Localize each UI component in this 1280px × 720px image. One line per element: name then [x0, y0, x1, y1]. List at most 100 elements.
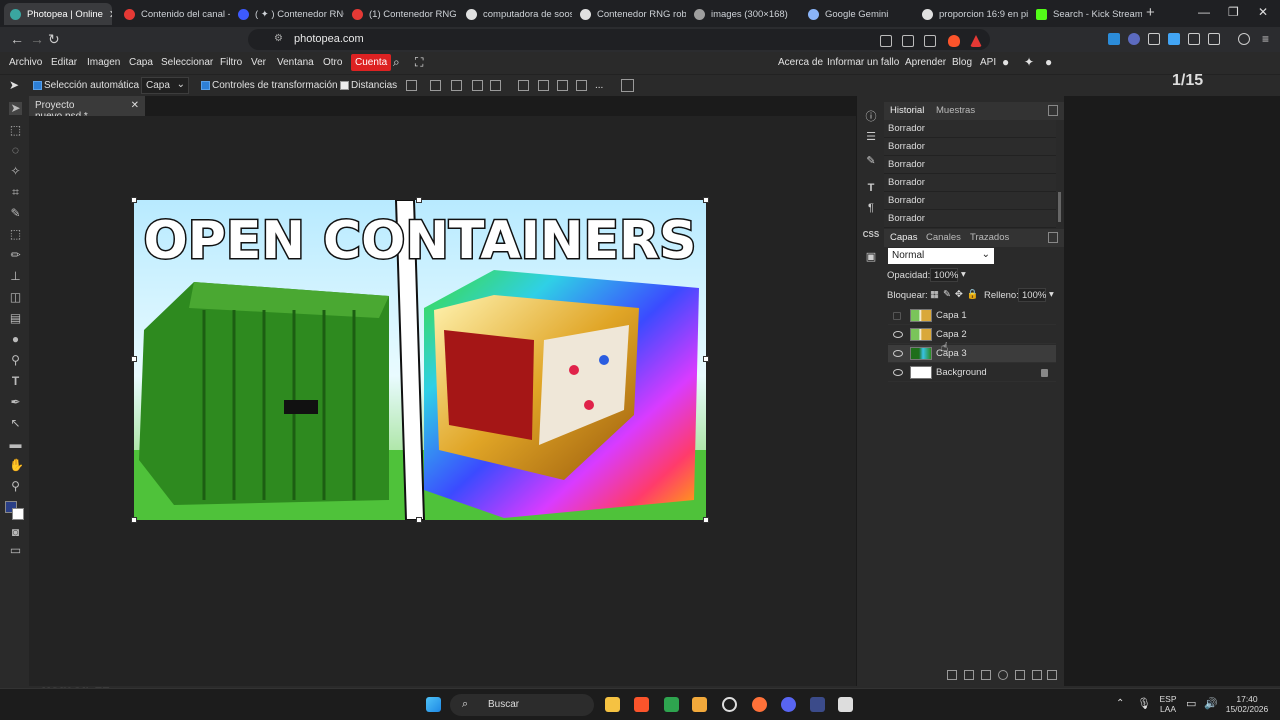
history-item[interactable]: Borrador [884, 192, 1056, 210]
tab-photopea[interactable]: Photopea | Online ✕ [4, 3, 112, 25]
gradient-tool-icon[interactable]: ▤ [9, 312, 22, 325]
menu-ver[interactable]: Ver [251, 57, 266, 68]
site-info-icon[interactable]: ⚙ [274, 33, 283, 44]
blur-tool-icon[interactable]: ● [9, 333, 22, 346]
menu-seleccionar[interactable]: Seleccionar [161, 57, 213, 68]
history-item[interactable]: Borrador [884, 120, 1056, 138]
fill-dropdown-icon[interactable]: ▾ [1049, 289, 1054, 300]
network-icon[interactable]: ▭ [1186, 697, 1196, 710]
volume-icon[interactable]: 🔊 [1204, 697, 1218, 710]
tab-historial[interactable]: Historial [890, 105, 924, 116]
add-mask-icon[interactable] [981, 670, 991, 680]
move-tool-icon[interactable]: ➤ [9, 78, 19, 92]
transform-handle[interactable] [131, 517, 137, 523]
menu-api[interactable]: API [980, 57, 996, 68]
zoom-tool-icon[interactable]: ⚲ [9, 480, 22, 493]
extension-icon[interactable] [1128, 33, 1140, 45]
tab-capas[interactable]: Capas [890, 232, 917, 243]
menu-blog[interactable]: Blog [952, 57, 972, 68]
eye-icon[interactable] [893, 331, 903, 338]
history-item[interactable]: Borrador [884, 174, 1056, 192]
history-scrollbar[interactable] [1058, 192, 1061, 222]
maximize-button[interactable]: ❐ [1228, 5, 1239, 19]
auto-select-checkbox[interactable] [33, 81, 42, 90]
file-explorer-icon[interactable] [605, 697, 620, 712]
eye-icon[interactable] [893, 350, 903, 357]
align-top-icon[interactable] [518, 80, 529, 91]
download-icon[interactable] [406, 80, 417, 91]
delete-layer-icon[interactable] [1047, 670, 1057, 680]
blend-mode-select[interactable]: Normal ⌄ [888, 248, 994, 264]
marquee-tool-icon[interactable]: ⬚ [9, 124, 22, 137]
move-tool-icon[interactable]: ➤ [9, 102, 22, 115]
close-document-icon[interactable]: ✕ [131, 100, 139, 112]
menu-imagen[interactable]: Imagen [87, 57, 120, 68]
opacity-dropdown-icon[interactable]: ▾ [961, 269, 966, 280]
opacity-input[interactable]: 100% [930, 268, 958, 282]
path-select-icon[interactable]: ↖ [9, 417, 22, 430]
layer-row-capa-3[interactable]: Capa 3 [888, 345, 1056, 363]
info-icon[interactable]: ⓘ [864, 108, 878, 123]
align-right-icon[interactable] [472, 80, 483, 91]
fullscreen-icon[interactable]: ⛶ [415, 55, 423, 70]
tab-kick[interactable]: Search - Kick Streamin [1030, 3, 1142, 25]
paragraph-icon[interactable]: ¶ [864, 202, 878, 216]
transform-handle[interactable] [703, 197, 709, 203]
app-icon[interactable] [692, 697, 707, 712]
menu-icon[interactable]: ≡ [1262, 32, 1269, 46]
app-icon[interactable] [838, 697, 853, 712]
panel-menu-icon[interactable] [1048, 232, 1058, 243]
menu-filtro[interactable]: Filtro [220, 57, 242, 68]
close-window-button[interactable]: ✕ [1258, 5, 1268, 19]
discord-icon[interactable] [781, 697, 796, 712]
reddit-icon[interactable]: ● [1002, 55, 1009, 69]
screen-mode-icon[interactable]: ▭ [9, 544, 22, 557]
link-layers-icon[interactable] [947, 670, 957, 680]
align-left-icon[interactable] [430, 80, 441, 91]
hand-tool-icon[interactable]: ✋ [9, 459, 24, 472]
adjustments-icon[interactable]: ☰ [864, 130, 878, 144]
brave-shield-icon[interactable] [948, 35, 960, 47]
distribute-vertical-icon[interactable] [576, 80, 587, 91]
facebook-icon[interactable]: ● [1045, 55, 1052, 69]
eyedropper-icon[interactable]: ✎ [9, 207, 22, 220]
distances-checkbox[interactable] [340, 81, 349, 90]
adjustment-layer-icon[interactable] [998, 670, 1008, 680]
background-color-swatch[interactable] [12, 508, 24, 520]
menu-aprender[interactable]: Aprender [905, 57, 946, 68]
character-icon[interactable]: T [864, 182, 878, 196]
windows-start-icon[interactable] [426, 697, 441, 712]
history-item[interactable]: Borrador [884, 210, 1056, 228]
tab-contenedor-rng[interactable]: ( ✦ ) Contenedor RNG [232, 3, 344, 25]
close-tab-icon[interactable]: ✕ [109, 8, 112, 21]
brave-rewards-icon[interactable] [970, 35, 982, 47]
align-bottom-icon[interactable] [557, 80, 568, 91]
type-tool-icon[interactable]: T [9, 375, 22, 388]
menu-ventana[interactable]: Ventana [277, 57, 314, 68]
align-center-icon[interactable] [451, 80, 462, 91]
eraser-tool-icon[interactable]: ◫ [9, 291, 22, 304]
share-icon[interactable] [924, 35, 936, 47]
history-item[interactable]: Borrador [884, 138, 1056, 156]
forward-icon[interactable]: → [30, 31, 44, 47]
firefox-icon[interactable] [752, 697, 767, 712]
transform-handle[interactable] [131, 197, 137, 203]
lasso-tool-icon[interactable]: ◌ [9, 144, 22, 157]
document-canvas-image[interactable]: OPEN CONTAINERS [134, 200, 706, 520]
tab-contenido-canal[interactable]: Contenido del canal - [118, 3, 230, 25]
brave-icon[interactable] [634, 697, 649, 712]
extension-icon[interactable] [1108, 33, 1120, 45]
app-icon[interactable] [722, 697, 737, 712]
hidden-visibility-box[interactable] [893, 312, 901, 320]
app-icon[interactable] [664, 697, 679, 712]
twitter-icon[interactable]: ✦ [1024, 55, 1034, 69]
tab-canales[interactable]: Canales [926, 232, 961, 243]
menu-otro[interactable]: Otro [323, 57, 342, 68]
grid-icon[interactable] [621, 79, 634, 92]
extension-icon[interactable] [1148, 33, 1160, 45]
reload-icon[interactable]: ↻ [48, 31, 60, 48]
quick-mask-icon[interactable]: ◙ [9, 526, 22, 539]
new-tab-button[interactable]: + [1146, 4, 1155, 21]
menu-acerca-de[interactable]: Acerca de [778, 57, 823, 68]
layer-effects-icon[interactable] [964, 670, 974, 680]
